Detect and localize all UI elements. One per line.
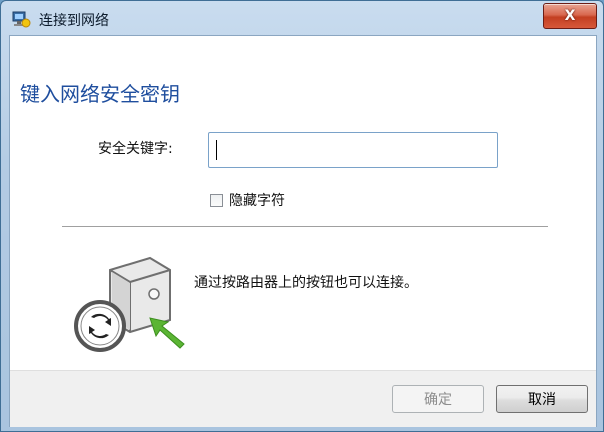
wps-message: 通过按路由器上的按钮也可以连接。 xyxy=(194,275,418,291)
router-wps-icon xyxy=(74,256,185,352)
close-button[interactable]: X xyxy=(543,3,597,29)
window-title: 连接到网络 xyxy=(39,13,109,29)
hide-characters-checkbox[interactable] xyxy=(210,193,223,207)
close-icon: X xyxy=(564,8,576,24)
hide-characters-label: 隐藏字符 xyxy=(229,193,285,209)
button-bar: 确定 取消 xyxy=(10,370,596,427)
network-icon xyxy=(12,11,31,28)
divider xyxy=(62,226,548,227)
ok-button[interactable]: 确定 xyxy=(392,385,484,413)
connect-network-window: 连接到网络 X 键入网络安全密钥 安全关键字: 隐藏字符 通过按路由器上的按钮也… xyxy=(0,0,604,432)
security-key-input[interactable] xyxy=(208,132,498,168)
dialog-heading: 键入网络安全密钥 xyxy=(20,82,180,106)
hide-characters-option[interactable]: 隐藏字符 xyxy=(210,190,285,210)
text-caret xyxy=(216,140,217,160)
cancel-button[interactable]: 取消 xyxy=(496,385,588,413)
security-key-label: 安全关键字: xyxy=(98,141,173,157)
title-bar[interactable]: 连接到网络 X xyxy=(1,1,603,37)
dialog-content: 键入网络安全密钥 安全关键字: 隐藏字符 通过按路由器上的按钮也可以连接。 确定… xyxy=(9,35,597,427)
